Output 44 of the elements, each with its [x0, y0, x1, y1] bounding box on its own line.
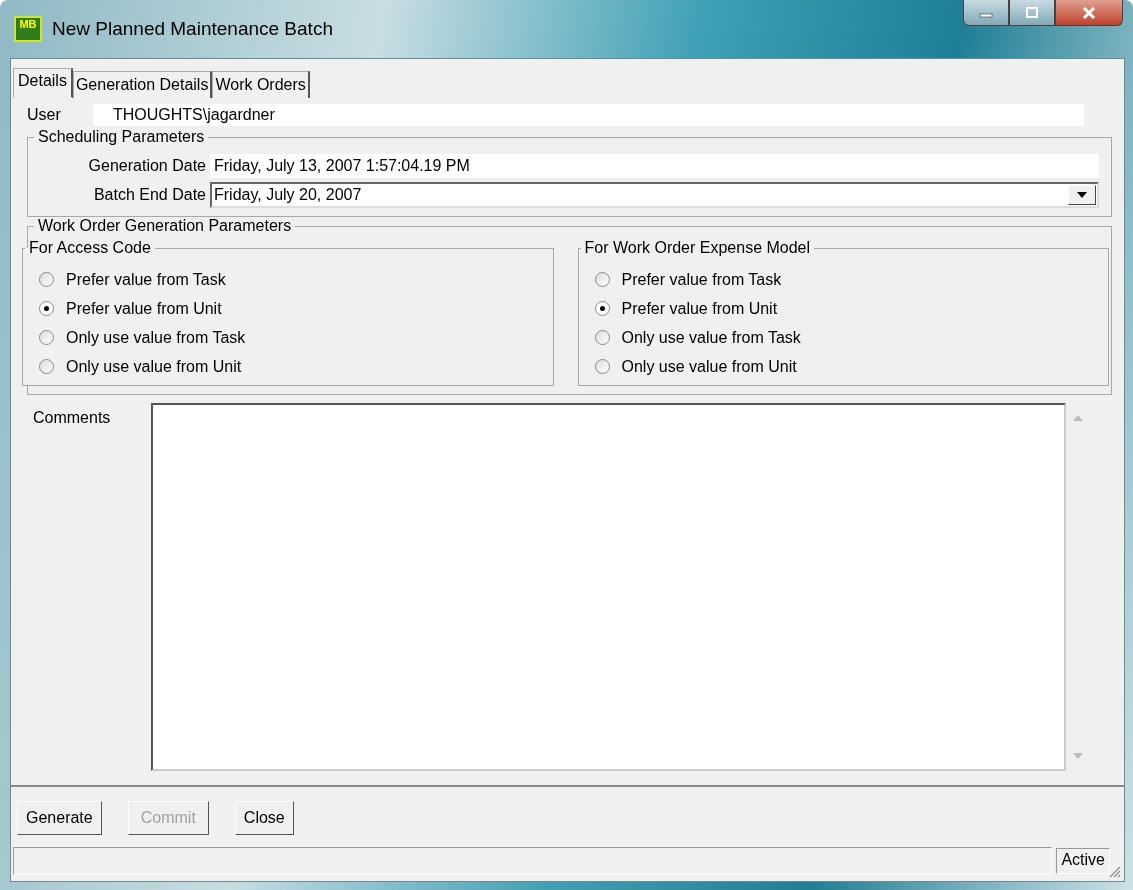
comments-field[interactable] [151, 403, 1066, 771]
tab[interactable]: Generation Details [72, 71, 213, 98]
radio-button[interactable] [594, 359, 610, 374]
radio-label[interactable]: Only use value from Task [621, 328, 801, 347]
scroll-up-icon[interactable] [1073, 415, 1083, 421]
field-label: Generation Date [87, 157, 206, 175]
radio-button[interactable] [39, 359, 54, 374]
radio-label[interactable]: Only use value from Unit [621, 357, 797, 376]
dialog-button[interactable]: Close [234, 801, 294, 835]
radio-label[interactable]: Prefer value from Unit [621, 299, 778, 318]
radio-label[interactable]: Only use value from Unit [66, 357, 242, 376]
date-dropdown[interactable]: Friday, July 20, 2007 [210, 182, 1099, 208]
field-label: User [27, 106, 62, 124]
window-title: New Planned Maintenance Batch [52, 18, 333, 40]
radio-label[interactable]: Prefer value from Task [66, 270, 226, 289]
user-field: THOUGHTS\jagardner [93, 104, 1084, 126]
radio-button[interactable] [594, 330, 610, 345]
field-label: Batch End Date [92, 186, 206, 204]
date-field: Friday, July 13, 2007 1:57:04.19 PM [210, 154, 1099, 178]
app-icon: MB [14, 16, 42, 42]
minimize-button[interactable] [963, 0, 1009, 26]
close-button[interactable] [1055, 0, 1123, 26]
dialog-button[interactable]: Generate [17, 801, 102, 835]
radio-button[interactable] [594, 272, 610, 287]
maximize-icon [1025, 6, 1039, 19]
group-title: For Access Code [28, 239, 152, 257]
status-text: Active [1056, 848, 1110, 874]
radio-label[interactable]: Prefer value from Unit [66, 299, 222, 318]
scroll-down-icon[interactable] [1073, 753, 1083, 759]
group-title: Work Order Generation Parameters [37, 217, 293, 235]
group-title: For Work Order Expense Model [583, 239, 812, 257]
field-label: Comments [32, 408, 112, 428]
resize-grip-icon[interactable] [1107, 864, 1121, 878]
group-title: Scheduling Parameters [37, 128, 206, 146]
close-icon [1081, 6, 1097, 19]
radio-label[interactable]: Only use value from Task [66, 328, 246, 347]
tab[interactable]: Work Orders [212, 71, 310, 98]
radio-button[interactable] [39, 301, 54, 316]
maximize-button[interactable] [1009, 0, 1055, 26]
tab[interactable]: Details [13, 68, 73, 98]
radio-label[interactable]: Prefer value from Task [621, 270, 782, 289]
radio-button[interactable] [594, 301, 610, 316]
radio-button[interactable] [39, 272, 54, 287]
radio-button[interactable] [39, 330, 54, 345]
